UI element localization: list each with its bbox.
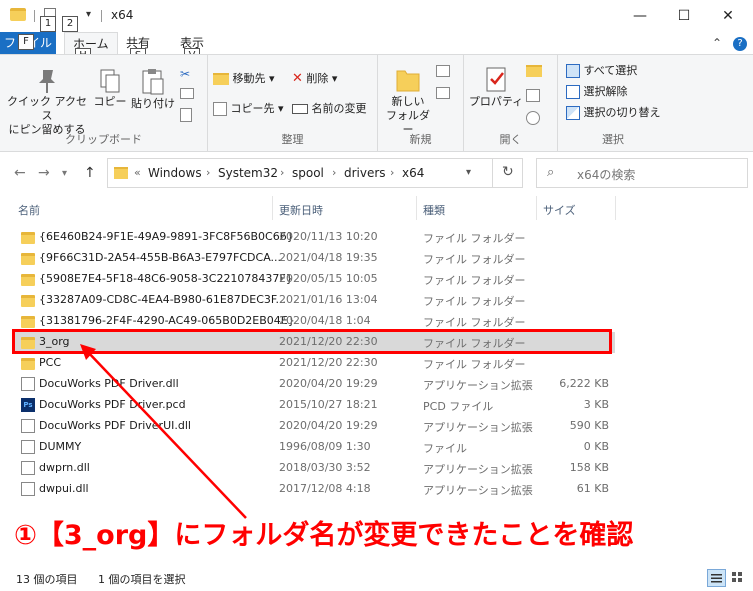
annotation-text: ①【3_org】にフォルダ名が変更できたことを確認 xyxy=(14,520,634,551)
details-view-button[interactable] xyxy=(707,569,726,587)
selected-count: 1 個の項目を選択 xyxy=(98,573,186,586)
details-view-icon xyxy=(711,574,722,583)
item-count: 13 個の項目 xyxy=(16,573,78,586)
status-bar: 13 個の項目 1 個の項目を選択 xyxy=(0,566,753,591)
large-icons-view-icon xyxy=(732,572,742,582)
annotation-arrow xyxy=(80,344,247,519)
large-icons-view-button[interactable] xyxy=(729,569,748,587)
